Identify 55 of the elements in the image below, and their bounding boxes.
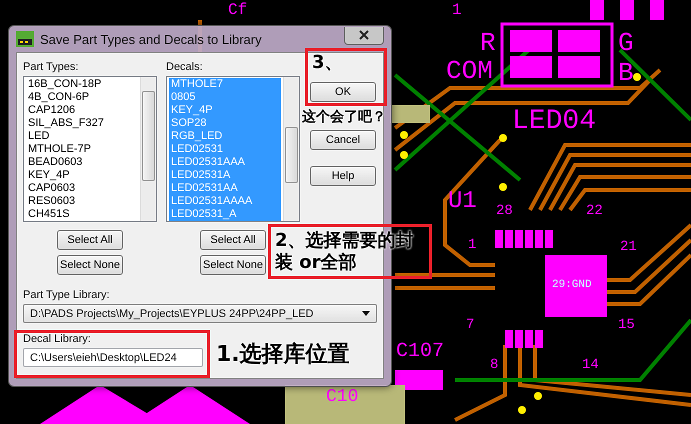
help-button[interactable]: Help — [310, 166, 376, 186]
list-box[interactable]: 16B_CON-18P 4B_CON-6P CAP1206 SIL_ABS_F327 LED MTHOLE-7P BEAD0603 KEY_4P CAP0603 RES0603 CH451S — [23, 76, 157, 222]
decal-library-field[interactable]: C:\Users\eieh\Desktop\LED24 — [23, 348, 203, 367]
list-item[interactable]: CAP1206 — [26, 104, 138, 117]
caret-icon — [362, 311, 370, 316]
select-none-button[interactable]: Select None — [200, 255, 266, 275]
list-label: Decals: — [166, 61, 204, 73]
list-item[interactable]: LED — [26, 130, 138, 143]
silkscreen-label: 21 — [620, 240, 637, 254]
select-all-button[interactable]: Select All — [200, 230, 266, 250]
list-item[interactable]: MTHOLE-7P — [26, 143, 138, 156]
scrollbar[interactable] — [283, 77, 299, 221]
list-item[interactable]: CH451S — [26, 208, 138, 221]
ok-button[interactable]: OK — [310, 82, 376, 102]
silkscreen-label: Cf — [228, 2, 248, 18]
silkscreen-label: 8 — [490, 358, 498, 372]
part-type-library-dropdown[interactable]: D:\PADS Projects\My_Projects\EYPLUS 24PP\24PP_LED — [23, 304, 377, 323]
annotation-text: 这个会了吧？ — [302, 109, 386, 126]
silkscreen-label: 22 — [586, 204, 603, 218]
silkscreen-label: 15 — [618, 318, 635, 332]
silkscreen-label: 29:GND — [552, 280, 592, 291]
annotation-text: 2、选择需要的封装 or全部 — [275, 230, 415, 274]
silkscreen-label: U1 — [448, 190, 477, 214]
list-item[interactable]: BEAD0603 — [26, 156, 138, 169]
field-label: Part Type Library: — [23, 289, 111, 301]
list-item[interactable]: KEY_4P — [26, 169, 138, 182]
close-button[interactable] — [344, 27, 384, 45]
silkscreen-label: R — [480, 30, 496, 56]
cancel-button[interactable]: Cancel — [310, 130, 376, 150]
window-title: Save Part Types and Decals to Library — [40, 32, 263, 46]
list-item[interactable]: 16B_CON-18P — [26, 78, 138, 91]
scrollbar[interactable] — [140, 77, 156, 221]
silkscreen-label: 1 — [452, 2, 462, 18]
silkscreen-label: 7 — [466, 318, 474, 332]
silkscreen-label: COM — [446, 58, 493, 84]
silkscreen-label: C10 — [326, 388, 358, 406]
silkscreen-label: B — [618, 60, 634, 86]
select-all-button[interactable]: Select All — [57, 230, 123, 250]
list-item[interactable]: CAP0603 — [26, 182, 138, 195]
silkscreen-label: C107 — [396, 342, 444, 362]
list-label: Part Types: — [23, 61, 80, 73]
silkscreen-label: 14 — [582, 358, 599, 372]
list-item[interactable]: 4B_CON-6P — [26, 91, 138, 104]
field-label: Decal Library: — [23, 333, 92, 345]
app-icon — [16, 31, 34, 47]
annotation-text: 1.选择库位置 — [216, 342, 350, 368]
annotation-text: 3、 — [312, 52, 343, 74]
silkscreen-label: 28 — [496, 204, 513, 218]
silkscreen-label: LED04 — [512, 108, 596, 136]
silkscreen-label: G — [618, 30, 634, 56]
select-none-button[interactable]: Select None — [57, 255, 123, 275]
close-icon — [359, 30, 369, 40]
list-item[interactable]: SIL_ABS_F327 — [26, 117, 138, 130]
silkscreen-label: 1 — [468, 238, 476, 252]
list-item[interactable]: RES0603 — [26, 195, 138, 208]
